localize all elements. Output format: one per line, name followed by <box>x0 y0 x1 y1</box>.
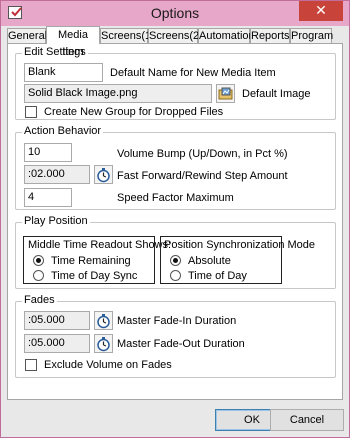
edit-settings-group: Edit Settings Blank Default Name for New… <box>15 46 336 120</box>
speed-factor-input[interactable]: 4 <box>24 188 72 207</box>
speed-factor-label: Speed Factor Maximum <box>117 192 234 204</box>
stopwatch-icon <box>97 168 110 183</box>
stopwatch-icon <box>97 314 110 329</box>
stopwatch-icon <box>97 337 110 352</box>
ff-step-timer-button[interactable] <box>94 165 113 184</box>
absolute-label: Absolute <box>188 255 231 267</box>
radio-time-of-day[interactable] <box>170 270 181 281</box>
tab-program[interactable]: Program <box>290 28 333 43</box>
fades-title: Fades <box>22 294 57 306</box>
ff-step-input[interactable]: :02.000 <box>24 165 90 184</box>
fade-out-label: Master Fade-Out Duration <box>117 338 245 350</box>
tab-reports[interactable]: Reports <box>250 28 290 43</box>
close-button[interactable]: ✕ <box>299 1 343 21</box>
volume-bump-input[interactable]: 10 <box>24 143 72 162</box>
exclude-volume-checkbox[interactable] <box>25 359 37 371</box>
media-item-panel: Edit Settings Blank Default Name for New… <box>7 43 343 400</box>
title-bar[interactable]: Options ✕ <box>1 1 349 26</box>
default-name-label: Default Name for New Media Item <box>110 67 276 79</box>
middle-readout-title: Middle Time Readout Shows: <box>28 239 172 251</box>
time-of-day-label: Time of Day <box>188 270 247 282</box>
exclude-volume-label: Exclude Volume on Fades <box>44 359 172 371</box>
fade-in-timer-button[interactable] <box>94 311 113 330</box>
middle-readout-box: Middle Time Readout Shows: Time Remainin… <box>23 236 171 284</box>
tab-media-item[interactable]: Media Item <box>46 26 100 58</box>
tab-screens-2[interactable]: Screens(2) <box>148 28 203 43</box>
sync-mode-title: Position Synchronization Mode <box>164 239 316 251</box>
fade-out-input[interactable]: :05.000 <box>24 334 90 353</box>
new-group-checkbox[interactable] <box>25 106 37 118</box>
time-of-day-sync-label: Time of Day Sync <box>51 270 138 282</box>
ff-step-label: Fast Forward/Rewind Step Amount <box>117 170 288 182</box>
default-image-input[interactable]: Solid Black Image.png <box>24 84 212 103</box>
new-group-label: Create New Group for Dropped Files <box>44 106 224 118</box>
tab-screens-1[interactable]: Screens(1) <box>100 28 155 43</box>
default-image-label: Default Image <box>242 88 311 100</box>
fade-in-input[interactable]: :05.000 <box>24 311 90 330</box>
fade-in-label: Master Fade-In Duration <box>117 315 237 327</box>
tab-general[interactable]: General <box>7 28 47 43</box>
default-name-input[interactable]: Blank <box>24 63 103 82</box>
fades-group: Fades :05.000 Master Fade-In Duration :0… <box>15 294 336 378</box>
options-window: Options ✕ General Media Item Screens(1) … <box>0 0 350 438</box>
folder-image-icon <box>218 87 233 100</box>
cancel-button[interactable]: Cancel <box>270 409 344 431</box>
action-behavior-title: Action Behavior <box>22 125 104 137</box>
radio-time-of-day-sync[interactable] <box>33 270 44 281</box>
play-position-title: Play Position <box>22 215 90 227</box>
window-title: Options <box>150 5 200 21</box>
play-position-group: Play Position Middle Time Readout Shows:… <box>15 215 336 289</box>
fade-out-timer-button[interactable] <box>94 334 113 353</box>
browse-image-button[interactable] <box>216 84 235 103</box>
volume-bump-label: Volume Bump (Up/Down, in Pct %) <box>117 148 288 160</box>
sync-mode-box: Position Synchronization Mode Absolute T… <box>160 236 315 284</box>
radio-absolute[interactable] <box>170 255 181 266</box>
tab-automation[interactable]: Automation <box>198 28 255 43</box>
action-behavior-group: Action Behavior 10 Volume Bump (Up/Down,… <box>15 125 336 210</box>
radio-time-remaining[interactable] <box>33 255 44 266</box>
time-remaining-label: Time Remaining <box>51 255 131 267</box>
